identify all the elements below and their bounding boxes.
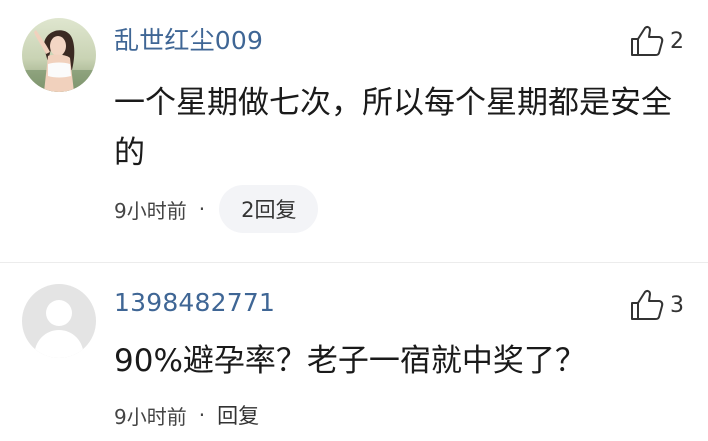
comment-item: 乱世红尘009 2 一个星期做七次，所以每个星期都是安全的 9小时前 · 2回复 [0,0,708,262]
username[interactable]: 1398482771 [114,288,275,318]
user-photo-avatar-icon [22,18,96,92]
comment-item: 1398482771 3 90%避孕率？老子一宿就中奖了？ 9小时前 · 回复 [0,262,708,441]
thumbs-up-icon [631,25,664,56]
like-count: 3 [670,292,684,318]
avatar[interactable] [22,284,96,358]
reply-button[interactable]: 回复 [217,400,259,430]
like-button[interactable]: 2 [630,24,684,58]
separator-dot: · [198,197,206,221]
comment-text: 90%避孕率？老子一宿就中奖了？ [114,343,586,379]
reply-count-button[interactable]: 2回复 [219,185,319,233]
like-count: 2 [670,28,684,54]
comment-text: 一个星期做七次，所以每个星期都是安全的 [114,85,672,171]
comment-meta: 9小时前 · 2回复 [114,184,319,234]
username[interactable]: 乱世红尘009 [114,26,263,56]
timestamp: 9小时前 [114,198,187,223]
thumbs-up-icon [631,289,664,320]
timestamp: 9小时前 [114,404,187,429]
avatar[interactable] [22,18,96,92]
comment-meta: 9小时前 · 回复 [114,390,259,440]
like-button[interactable]: 3 [630,288,684,322]
separator-dot: · [198,403,206,427]
default-user-avatar-icon [22,284,96,358]
